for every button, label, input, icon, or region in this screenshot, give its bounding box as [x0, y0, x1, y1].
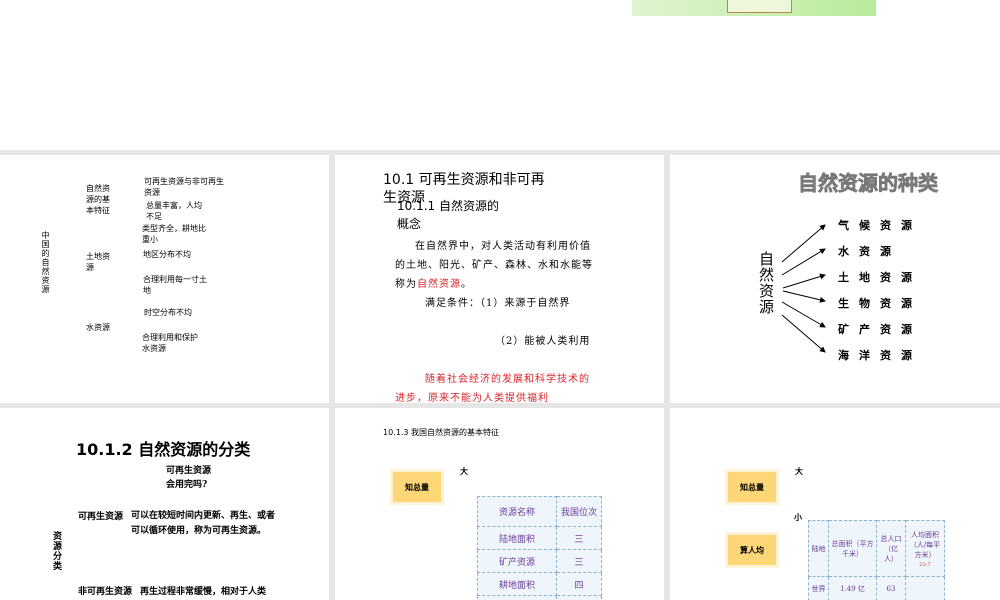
slide-title: 10.1.3 我国自然资源的基本特征: [383, 428, 499, 437]
nonrenewable-label: 非可再生资源: [78, 587, 133, 597]
big-label: 大: [460, 466, 468, 476]
table-header: 人均面积（人/每平方米） 23.7: [905, 520, 945, 577]
condition-1: 满足条件：（1）来源于自然界: [425, 298, 571, 309]
table-cell: 三: [556, 549, 602, 573]
slide-subtitle: 10.1.1 自然资源的概念: [397, 199, 499, 231]
mindmap-leaf: 类型齐全，耕地比重小: [142, 224, 206, 244]
header-text: 人均面积（人/每平方米）: [909, 530, 941, 559]
side-label: 资源分类: [51, 531, 61, 571]
resource-item: 土地资源: [838, 271, 922, 284]
mindmap-leaf: 时空分布不均: [144, 308, 192, 317]
resource-item: 矿产资源: [838, 323, 922, 336]
renewable-definition: 可以在较短时间内更新、再生、或者可以循环使用，称为可再生资源。: [131, 511, 276, 536]
mindmap-leaf: 合理利用每一寸土地: [143, 275, 207, 295]
big-label: 大: [795, 466, 803, 476]
mindmap-leaf: 可再生资源与非可再生资源: [144, 177, 224, 197]
renewable-label: 可再生资源: [78, 512, 124, 522]
table-header: 资源名称: [477, 496, 557, 527]
total-amount-tag: 知总量: [393, 472, 441, 502]
top-slide-area: [0, 0, 1000, 150]
rank-table: 资源名称 我国位次 陆地面积三 矿产资源三 耕地面积四: [477, 496, 602, 600]
area-table: 陆地 总面积（平方千米） 总人口（亿人） 人均面积（人/每平方米） 23.7 世界 1.4…: [808, 520, 945, 600]
small-label: 小: [794, 512, 802, 522]
total-amount-tag: 知总量: [728, 472, 776, 502]
table-row: 矿产资源三: [477, 549, 602, 573]
table-row: 耕地面积四: [477, 572, 602, 596]
resource-item: 生物资源: [838, 297, 922, 310]
concept-end: 。: [461, 279, 472, 290]
table-header: 我国位次: [556, 496, 602, 527]
table-note: 23.7: [919, 561, 931, 568]
table-cell: 陆地面积: [477, 526, 557, 550]
table-cell: 1.49 亿: [828, 576, 877, 600]
table-row: 世界 1.49 亿 63: [808, 576, 945, 600]
table-header: 陆地: [808, 520, 829, 577]
slide-thumbnail-6[interactable]: 知总量 算人均 大 小 陆地 总面积（平方千米） 总人口（亿人） 人均面积（人/每平方…: [670, 408, 1000, 600]
note-paragraph: 随着社会经济的发展和科学技术的进步，原来不能为人类提供福利: [395, 374, 590, 403]
table-header: 总人口（亿人）: [876, 520, 906, 577]
table-cell: 耕地面积: [477, 572, 557, 596]
table-cell: [905, 576, 945, 600]
table-cell: 四: [556, 572, 602, 596]
mindmap-branch: 水资源: [86, 323, 110, 332]
slide-thumbnail-5[interactable]: 10.1.3 我国自然资源的基本特征 知总量 大 资源名称 我国位次 陆地面积三 …: [335, 408, 664, 600]
table-cell: 63: [876, 576, 906, 600]
banner-frame: [727, 0, 792, 13]
mindmap-branch: 自然资源的基本特征: [86, 184, 110, 215]
table-cell: 矿产资源: [477, 549, 557, 573]
table-header: 总面积（平方千米）: [828, 520, 877, 577]
table-cell: 三: [556, 526, 602, 550]
concept-paragraph: 在自然界中，对人类活动有利用价值的土地、阳光、矿产、森林、水和水能等称为自然资源…: [395, 237, 600, 294]
concept-highlight: 自然资源: [417, 279, 461, 290]
slide-thumbnail-4[interactable]: 10.1.2 自然资源的分类 可再生资源会用完吗? 资源分类 可再生资源 可以在…: [0, 408, 329, 600]
mindmap-branch: 土地资源: [86, 252, 110, 272]
resource-item: 海洋资源: [838, 349, 922, 362]
slide-title: 10.1.2 自然资源的分类: [76, 440, 251, 459]
arrows: [781, 224, 826, 353]
resource-item: 气候资源: [838, 219, 922, 232]
mindmap-leaf: 总量丰富，人均不足: [146, 201, 202, 221]
nonrenewable-definition: 再生过程非常缓慢，相对于人类: [140, 587, 267, 597]
slide-thumbnail-1[interactable]: 中国的自然资源 自然资源的基本特征 土地资源 水资源 可再生资源与非可再生资源 …: [0, 155, 329, 403]
per-capita-tag: 算人均: [728, 535, 776, 565]
slide-banner-image: [632, 0, 876, 16]
resource-list: 气候资源水资源土地资源生物资源矿产资源海洋资源: [838, 213, 922, 369]
slide-thumbnail-2[interactable]: 10.1 可再生资源和非可再生资源 10.1.1 自然资源的概念 在自然界中，对…: [335, 155, 664, 403]
question-text: 可再生资源会用完吗?: [166, 466, 212, 490]
mindmap-leaf: 合理利用和保护水资源: [142, 333, 198, 353]
resource-item: 水资源: [838, 245, 901, 258]
table-cell: 世界: [808, 576, 829, 600]
mindmap-root: 中国的自然资源: [41, 231, 50, 294]
mindmap-leaf: 地区分布不均: [143, 250, 191, 259]
slide-thumbnail-3[interactable]: 自然资源的种类 自然资源 气候资源 水资源 土地资源 生物资源 矿产资源 海洋资源: [670, 155, 1000, 403]
table-row: 陆地面积三: [477, 526, 602, 550]
condition-2: （2）能被人类利用: [495, 336, 591, 347]
